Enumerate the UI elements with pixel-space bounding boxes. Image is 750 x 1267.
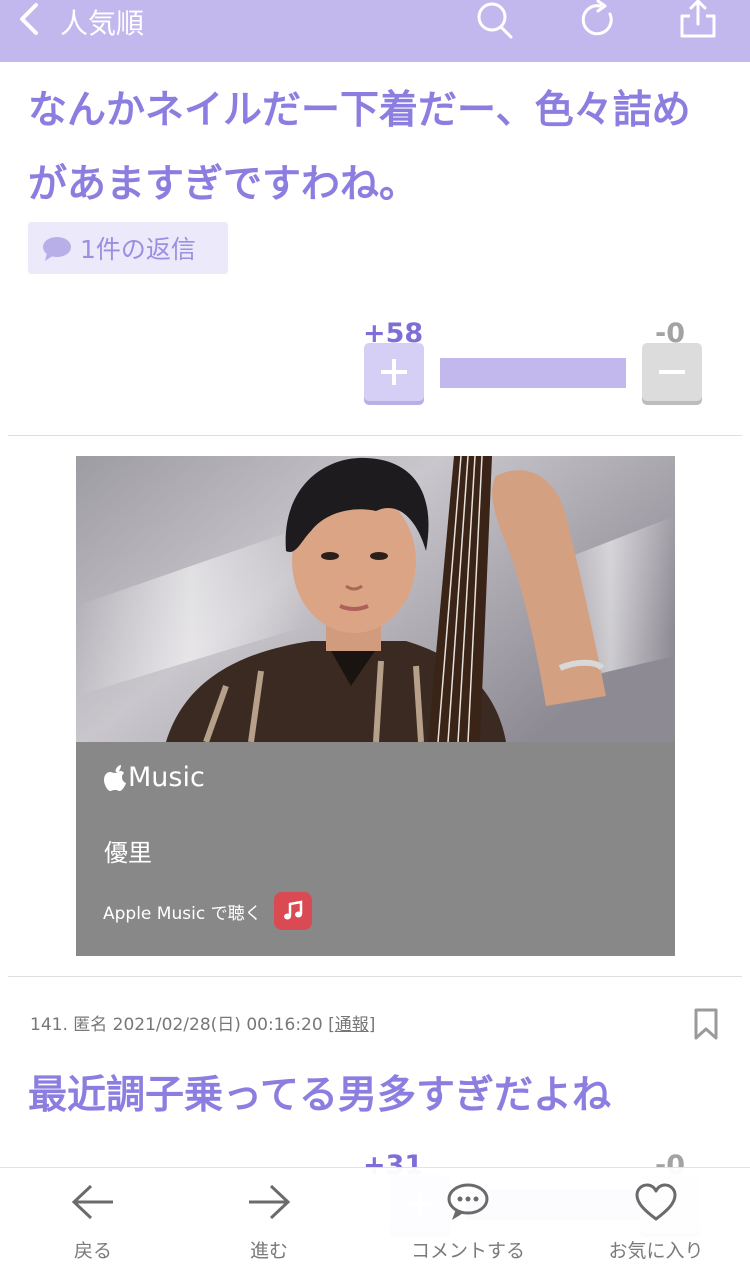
comment-number: 141.: [30, 1015, 68, 1035]
nav-favorites-label: お気に入り: [608, 1240, 704, 1262]
nav-comment[interactable]: コメントする: [388, 1168, 548, 1267]
music-app-icon: [273, 892, 312, 930]
top-bar: 人気順: [0, 0, 750, 62]
reply-count-label: 1件の返信: [80, 235, 196, 264]
comment-datetime: 2021/02/28(日) 00:16:20: [112, 1015, 323, 1035]
minus-vote-button[interactable]: [642, 343, 702, 401]
reply-count-button[interactable]: 1件の返信: [28, 222, 228, 274]
heart-icon: [635, 1183, 677, 1221]
minus-icon: [659, 370, 685, 374]
bookmark-button[interactable]: [693, 1008, 719, 1040]
vote-panel: +58 -0: [0, 318, 750, 418]
page: 人気順 なんかネイルだー下着だー、色々詰めがあますぎですわね。 1件の返信 +5…: [0, 0, 750, 1267]
comment-author: 匿名: [73, 1015, 108, 1035]
comment-body: なんかネイルだー下着だー、色々詰めがあますぎですわね。: [28, 88, 691, 207]
bottom-nav: 戻る 進む コメントする お気に入り: [0, 1167, 750, 1267]
plus-icon: [381, 359, 407, 385]
nav-forward-label: 進む: [249, 1240, 288, 1262]
share-button[interactable]: [678, 0, 718, 40]
listen-label: Apple Music で聴く: [103, 903, 262, 924]
divider: [8, 435, 742, 436]
report-link[interactable]: 通報: [335, 1015, 369, 1035]
bookmark-icon: [694, 1008, 718, 1040]
search-button[interactable]: [474, 0, 514, 40]
nav-back[interactable]: 戻る: [13, 1168, 173, 1267]
refresh-icon: [581, 0, 613, 36]
speech-bubble-icon: [43, 237, 71, 261]
vote-ratio-bar: [440, 358, 626, 388]
report-bracket-open: [: [328, 1015, 335, 1035]
share-icon: [680, 0, 716, 38]
arrow-right-icon: [249, 1184, 291, 1220]
nav-back-label: 戻る: [73, 1240, 112, 1262]
divider: [8, 976, 742, 977]
vote-ratio-fill: [440, 358, 626, 388]
nav-forward[interactable]: 進む: [189, 1168, 349, 1267]
nav-favorites[interactable]: お気に入り: [576, 1168, 736, 1267]
listen-on-apple-music[interactable]: Apple Music で聴く: [103, 892, 312, 930]
apple-music-logo: Music: [104, 762, 205, 793]
comment-body: 最近調子乗ってる男多すぎだよね: [28, 1073, 612, 1118]
speech-bubble-icon: [447, 1183, 489, 1220]
refresh-button[interactable]: [578, 0, 618, 40]
back-label[interactable]: 人気順: [60, 2, 144, 42]
back-button[interactable]: [18, 0, 40, 38]
nav-comment-label: コメントする: [410, 1240, 525, 1262]
artist-name: 優里: [104, 839, 152, 867]
report-bracket-close: ]: [368, 1015, 376, 1035]
arrow-left-icon: [71, 1184, 113, 1220]
plus-vote-button[interactable]: [364, 343, 424, 401]
music-brand-label: Music: [128, 762, 205, 793]
search-icon: [477, 2, 513, 39]
chevron-left-icon: [20, 3, 38, 35]
apple-music-embed[interactable]: Music 優里 Apple Music で聴く: [76, 456, 675, 956]
artist-photo: [76, 456, 675, 742]
apple-logo-icon: [104, 764, 126, 791]
comment-meta: 141. 匿名 2021/02/28(日) 00:16:20 [通報]: [30, 1010, 375, 1035]
